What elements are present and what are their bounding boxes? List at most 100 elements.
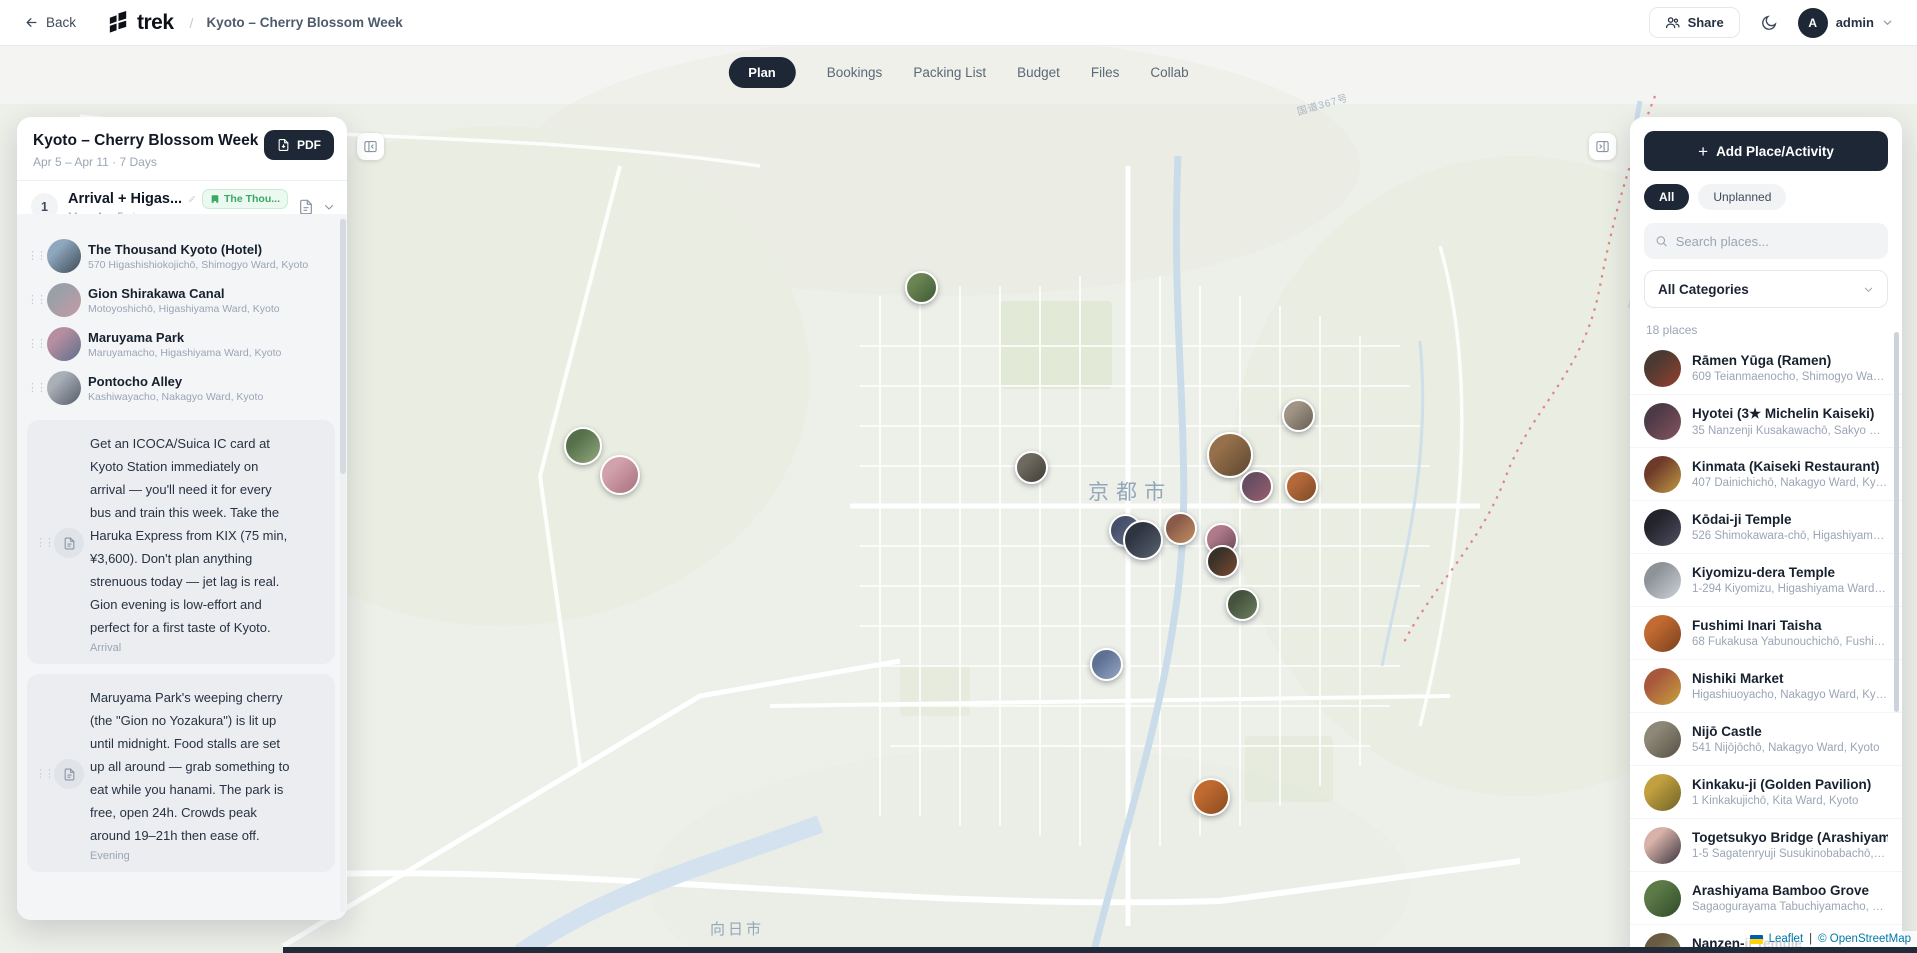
note-label: Evening: [90, 850, 290, 862]
leaflet-link[interactable]: Leaflet: [1769, 933, 1804, 945]
place-photo: [1644, 350, 1681, 387]
drag-handle[interactable]: ⋮⋮: [27, 339, 40, 349]
day-chevron-icon[interactable]: [323, 201, 335, 213]
itinerary-place-row[interactable]: ⋮⋮ The Thousand Kyoto (Hotel) 570 Higash…: [27, 234, 335, 278]
place-list-item[interactable]: Togetsukyo Bridge (Arashiyama) 1-5 Sagat…: [1630, 819, 1902, 872]
day-notes-icon[interactable]: [298, 199, 314, 215]
place-list-item[interactable]: Rāmen Yūga (Ramen) 609 Teianmaenocho, Sh…: [1630, 342, 1902, 395]
place-address: Maruyamacho, Higashiyama Ward, Kyoto: [88, 347, 281, 359]
tab-bookings[interactable]: Bookings: [827, 65, 883, 80]
back-button[interactable]: Back: [24, 15, 76, 30]
place-list-item[interactable]: Nishiki Market Higashiuoyacho, Nakagyo W…: [1630, 660, 1902, 713]
drag-handle[interactable]: ⋮⋮: [27, 251, 40, 261]
map-marker[interactable]: [1123, 520, 1163, 560]
itinerary-place-row[interactable]: ⋮⋮ Maruyama Park Maruyamacho, Higashiyam…: [27, 322, 335, 366]
tab-packing-list[interactable]: Packing List: [913, 65, 986, 80]
place-name: Nijō Castle: [1692, 724, 1880, 739]
drag-handle[interactable]: ⋮⋮: [27, 295, 40, 305]
map-marker[interactable]: [1285, 470, 1318, 503]
breadcrumb-separator: /: [190, 15, 194, 31]
moon-icon: [1760, 14, 1778, 32]
edit-pencil-icon[interactable]: [189, 193, 195, 205]
place-name: Togetsukyo Bridge (Arashiyama): [1692, 830, 1888, 845]
map-marker[interactable]: [1192, 778, 1230, 816]
tab-files[interactable]: Files: [1091, 65, 1120, 80]
note-text: Maruyama Park's weeping cherry (the "Gio…: [90, 686, 290, 847]
dark-mode-toggle[interactable]: [1760, 14, 1778, 32]
breadcrumb-trip-title: Kyoto – Cherry Blossom Week: [206, 15, 402, 30]
tab-collab[interactable]: Collab: [1150, 65, 1188, 80]
itinerary-place-row[interactable]: ⋮⋮ Gion Shirakawa Canal Motoyoshichō, Hi…: [27, 278, 335, 322]
drag-handle[interactable]: ⋮⋮: [35, 538, 48, 548]
map-marker[interactable]: [905, 271, 938, 304]
panel-collapse-right-icon: [1595, 139, 1610, 154]
place-photo: [47, 283, 81, 317]
pdf-label: PDF: [297, 138, 321, 152]
drag-handle[interactable]: ⋮⋮: [35, 769, 48, 779]
place-address: 35 Nanzenji Kusakawachō, Sakyo Ward, ...: [1692, 425, 1888, 437]
place-address: Sagaogurayama Tabuchiyamacho, Ukyo ...: [1692, 901, 1888, 913]
map-marker[interactable]: [600, 455, 640, 495]
hotel-badge[interactable]: The Thou...: [202, 189, 288, 209]
filter-all[interactable]: All: [1644, 184, 1689, 210]
search-icon: [1655, 234, 1668, 248]
place-list-item[interactable]: Kiyomizu-dera Temple 1-294 Kiyomizu, Hig…: [1630, 554, 1902, 607]
collapse-right-panel-button[interactable]: [1589, 133, 1616, 160]
places-filter-pills: All Unplanned: [1630, 184, 1902, 210]
share-button[interactable]: Share: [1649, 7, 1740, 38]
map-marker[interactable]: [1164, 512, 1197, 545]
collapse-left-panel-button[interactable]: [357, 133, 384, 160]
map-marker[interactable]: [1207, 432, 1253, 478]
tab-plan[interactable]: Plan: [728, 57, 795, 88]
place-address: 609 Teianmaenocho, Shimogyo Ward, Ky...: [1692, 371, 1888, 383]
map-marker[interactable]: [1206, 545, 1239, 578]
place-photo: [1644, 403, 1681, 440]
map-marker[interactable]: [1015, 451, 1048, 484]
map-marker[interactable]: [564, 427, 602, 465]
places-search[interactable]: [1644, 223, 1888, 259]
place-name: Nishiki Market: [1692, 671, 1888, 686]
plus-icon: +: [1698, 143, 1708, 160]
note-doc-icon: [63, 537, 76, 550]
user-menu[interactable]: A admin: [1798, 8, 1893, 38]
place-name: Arashiyama Bamboo Grove: [1692, 883, 1888, 898]
openstreetmap-link[interactable]: © OpenStreetMap: [1818, 933, 1911, 945]
pdf-file-icon: [277, 138, 290, 152]
place-photo: [1644, 509, 1681, 546]
place-list-item[interactable]: Kinkaku-ji (Golden Pavilion) 1 Kinkakuji…: [1630, 766, 1902, 819]
export-pdf-button[interactable]: PDF: [264, 130, 334, 160]
place-address: 541 Nijōjōchō, Nakagyo Ward, Kyoto: [1692, 742, 1880, 754]
itinerary-place-row[interactable]: ⋮⋮ Pontocho Alley Kashiwayacho, Nakagyo …: [27, 366, 335, 410]
place-name: Kinmata (Kaiseki Restaurant): [1692, 459, 1888, 474]
search-input[interactable]: [1676, 234, 1877, 249]
place-list-item[interactable]: Arashiyama Bamboo Grove Sagaogurayama Ta…: [1630, 872, 1902, 925]
tab-budget[interactable]: Budget: [1017, 65, 1060, 80]
place-list-item[interactable]: Kinmata (Kaiseki Restaurant) 407 Dainich…: [1630, 448, 1902, 501]
itinerary-note[interactable]: ⋮⋮ Get an ICOCA/Suica IC card at Kyoto S…: [27, 420, 335, 664]
note-doc-icon: [63, 768, 76, 781]
map-marker[interactable]: [1240, 470, 1273, 503]
map-canvas[interactable]: 京都市 向日市 国道367号 Plan Bookings Packing Lis…: [0, 46, 1917, 953]
brand-logo[interactable]: trek: [106, 10, 174, 35]
map-marker[interactable]: [1282, 399, 1315, 432]
itinerary-note[interactable]: ⋮⋮ Maruyama Park's weeping cherry (the "…: [27, 674, 335, 872]
drag-handle[interactable]: ⋮⋮: [27, 383, 40, 393]
place-photo: [1644, 668, 1681, 705]
note-text: Get an ICOCA/Suica IC card at Kyoto Stat…: [90, 432, 290, 639]
map-marker[interactable]: [1226, 588, 1259, 621]
place-list-item[interactable]: Hyotei (3★ Michelin Kaiseki) 35 Nanzenji…: [1630, 395, 1902, 448]
add-place-activity-button[interactable]: + Add Place/Activity: [1644, 131, 1888, 171]
place-list-item[interactable]: Fushimi Inari Taisha 68 Fukakusa Yabunou…: [1630, 607, 1902, 660]
places-panel: + Add Place/Activity All Unplanned All C…: [1630, 117, 1902, 953]
map-marker[interactable]: [1090, 648, 1123, 681]
places-scrollbar-thumb[interactable]: [1894, 332, 1899, 712]
trek-logo-icon: [106, 10, 131, 35]
place-list-item[interactable]: Nijō Castle 541 Nijōjōchō, Nakagyo Ward,…: [1630, 713, 1902, 766]
place-address: Higashiuoyacho, Nakagyo Ward, Kyoto: [1692, 689, 1888, 701]
filter-unplanned[interactable]: Unplanned: [1698, 184, 1786, 210]
place-address: 526 Shimokawara-chō, Higashiyama War...: [1692, 530, 1888, 542]
itinerary-panel: Kyoto – Cherry Blossom Week Apr 5 – Apr …: [17, 117, 347, 920]
category-dropdown[interactable]: All Categories: [1644, 270, 1888, 308]
itinerary-scrollbar-thumb[interactable]: [340, 219, 346, 474]
place-list-item[interactable]: Kōdai-ji Temple 526 Shimokawara-chō, Hig…: [1630, 501, 1902, 554]
